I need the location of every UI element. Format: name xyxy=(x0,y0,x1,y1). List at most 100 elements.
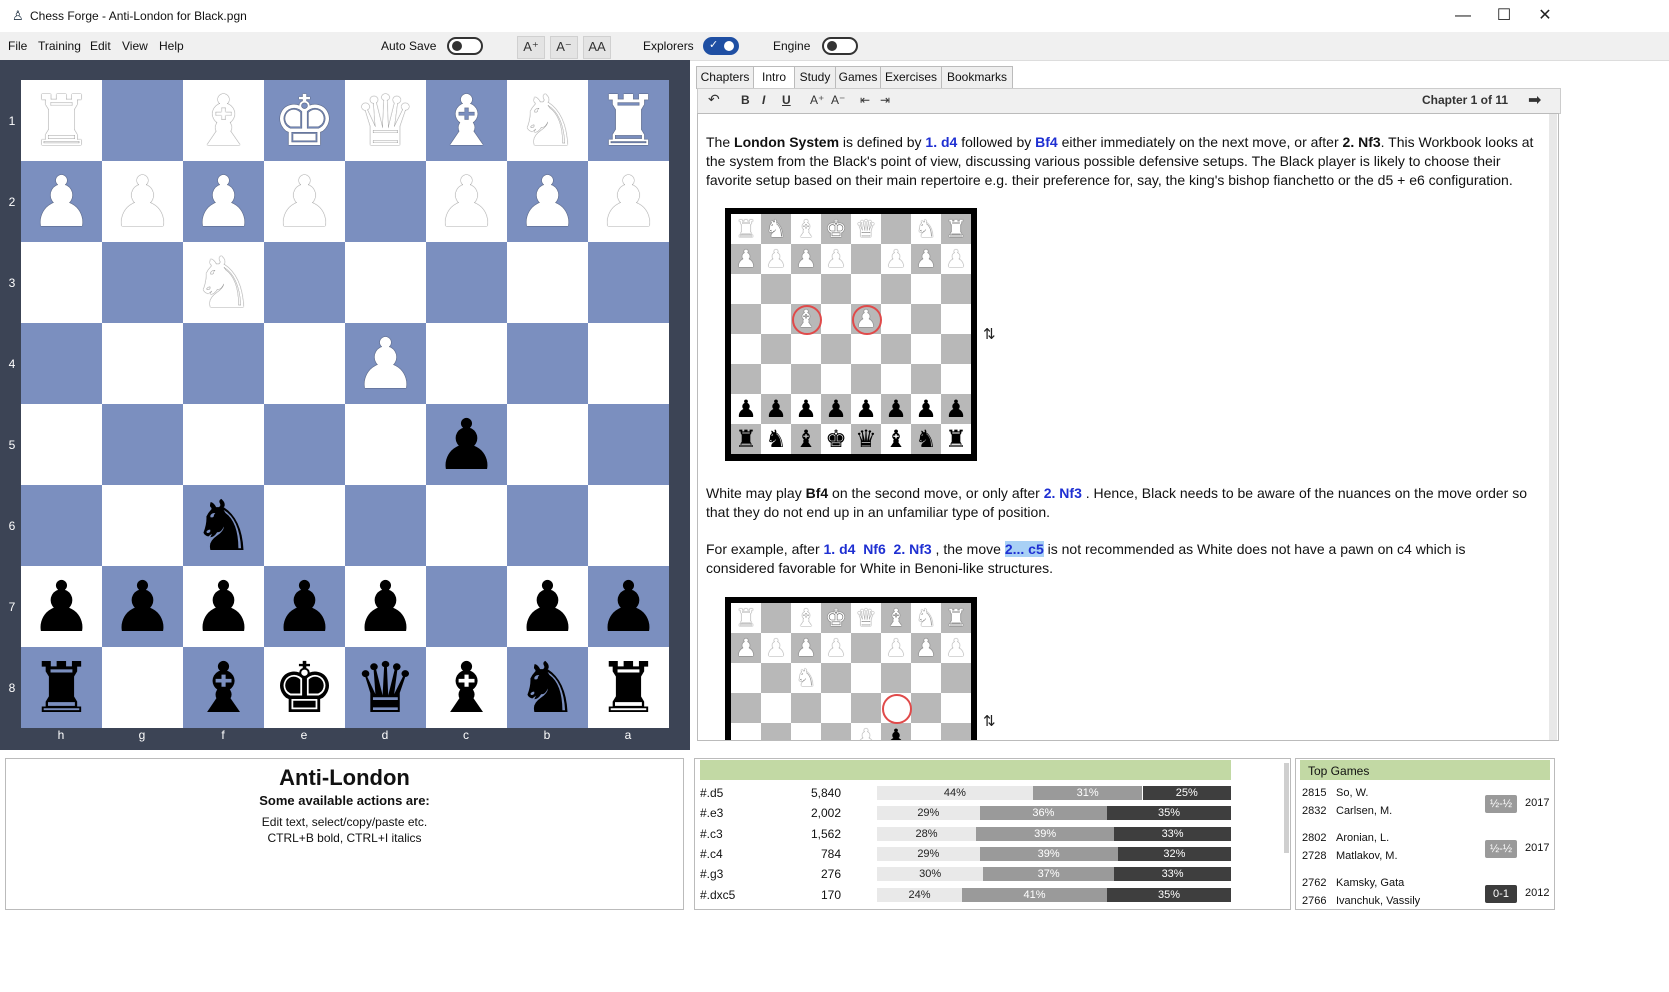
board-square[interactable] xyxy=(345,485,426,566)
board-square[interactable]: ♜ xyxy=(588,80,669,161)
board-square[interactable] xyxy=(588,242,669,323)
board-square[interactable]: ♝ xyxy=(183,647,264,728)
board-square[interactable]: ♜ xyxy=(588,647,669,728)
white-knight-piece[interactable]: ♞ xyxy=(516,86,579,156)
board-square[interactable]: ♚ xyxy=(264,647,345,728)
bold-button[interactable]: B xyxy=(741,93,750,107)
flip-board-icon[interactable]: ⇅ xyxy=(983,325,996,343)
explorer-move[interactable]: #.c4 xyxy=(700,847,723,861)
next-chapter-arrow-icon[interactable]: ➡ xyxy=(1528,90,1541,110)
white-pawn-piece[interactable]: ♟ xyxy=(273,167,336,237)
black-king-piece[interactable]: ♚ xyxy=(273,653,336,723)
board-square[interactable]: ♝ xyxy=(426,647,507,728)
explorer-move[interactable]: #.d5 xyxy=(700,786,723,800)
board-square[interactable]: ♟ xyxy=(507,566,588,647)
white-rook-piece[interactable]: ♜ xyxy=(597,86,660,156)
white-pawn-piece[interactable]: ♟ xyxy=(597,167,660,237)
explorer-row[interactable]: #.dxc5 170 24% 41% 35% xyxy=(695,885,1255,905)
engine-toggle[interactable] xyxy=(822,37,858,55)
board-square[interactable] xyxy=(345,161,426,242)
white-pawn-piece[interactable]: ♟ xyxy=(516,167,579,237)
menu-help[interactable]: Help xyxy=(159,39,184,53)
explorer-move[interactable]: #.dxc5 xyxy=(700,888,735,902)
font-decrease-icon[interactable]: A⁻ xyxy=(831,93,845,107)
board-square[interactable] xyxy=(21,485,102,566)
black-queen-piece[interactable]: ♛ xyxy=(354,653,417,723)
black-pawn-piece[interactable]: ♟ xyxy=(435,410,498,480)
board-square[interactable] xyxy=(264,323,345,404)
explorer-row[interactable]: #.g3 276 30% 37% 33% xyxy=(695,864,1255,884)
top-game-row[interactable]: 2762 Kamsky, Gata 2766 Ivanchuk, Vassily 201… xyxy=(1296,875,1552,909)
underline-button[interactable]: U xyxy=(782,93,791,107)
main-chessboard[interactable]: ♜ ♝ ♚ ♛ ♝ ♞ ♜ ♟ ♟ ♟ ♟ ♟ ♟ ♟ ♞ ♟ ♟ ♞ ♟ ♟ ♟ ♟ ♟ ♟ ♟ ♜ ♝ ♚ ♛ ♝ ♞ ♜ xyxy=(21,80,669,728)
board-square[interactable]: ♞ xyxy=(183,485,264,566)
board-square[interactable] xyxy=(588,485,669,566)
top-game-row[interactable]: 2802 Aronian, L. 2728 Matlakov, M. 2017 ½-½ xyxy=(1296,830,1552,870)
minimize-button[interactable]: — xyxy=(1440,2,1486,30)
indent-icon[interactable]: ⇤ xyxy=(860,93,870,107)
black-bishop-piece[interactable]: ♝ xyxy=(192,653,255,723)
board-square[interactable] xyxy=(507,404,588,485)
board-square[interactable]: ♞ xyxy=(183,242,264,323)
black-knight-piece[interactable]: ♞ xyxy=(192,491,255,561)
board-square[interactable]: ♟ xyxy=(102,566,183,647)
explorer-move[interactable]: #.c3 xyxy=(700,827,723,841)
top-game-row[interactable]: 2815 So, W. 2832 Carlsen, M. 2017 ½-½ xyxy=(1296,785,1552,825)
board-square[interactable]: ♜ xyxy=(21,647,102,728)
white-pawn-piece[interactable]: ♟ xyxy=(192,167,255,237)
board-square[interactable]: ♟ xyxy=(345,566,426,647)
board-square[interactable] xyxy=(264,404,345,485)
board-square[interactable]: ♝ xyxy=(183,80,264,161)
tab-exercises[interactable]: Exercises xyxy=(880,66,942,89)
move-link[interactable]: 2. Nf3 xyxy=(1044,485,1082,501)
board-square[interactable]: ♟ xyxy=(588,161,669,242)
explorer-scrollbar[interactable] xyxy=(1284,763,1289,853)
black-pawn-piece[interactable]: ♟ xyxy=(516,572,579,642)
black-pawn-piece[interactable]: ♟ xyxy=(273,572,336,642)
black-pawn-piece[interactable]: ♟ xyxy=(111,572,174,642)
explorer-row[interactable]: #.e3 2,002 29% 36% 35% xyxy=(695,803,1255,823)
tab-games[interactable]: Games xyxy=(835,66,881,89)
explorer-move[interactable]: #.e3 xyxy=(700,806,723,820)
board-square[interactable]: ♟ xyxy=(507,161,588,242)
menu-file[interactable]: File xyxy=(8,39,27,53)
board-square[interactable] xyxy=(102,485,183,566)
tab-chapters[interactable]: Chapters xyxy=(696,66,754,89)
board-square[interactable]: ♜ xyxy=(21,80,102,161)
outdent-icon[interactable]: ⇥ xyxy=(880,93,890,107)
black-pawn-piece[interactable]: ♟ xyxy=(30,572,93,642)
font-decrease-button[interactable]: A⁻ xyxy=(550,36,578,59)
move-link-selected[interactable]: 2... c5 xyxy=(1004,541,1044,557)
board-square[interactable] xyxy=(426,323,507,404)
board-square[interactable] xyxy=(345,242,426,323)
move-link[interactable]: 1. d4 xyxy=(824,541,856,557)
white-queen-piece[interactable]: ♛ xyxy=(354,86,417,156)
board-square[interactable] xyxy=(102,242,183,323)
board-square[interactable]: ♟ xyxy=(21,161,102,242)
intro-scrollbar[interactable] xyxy=(1549,114,1557,740)
board-square[interactable]: ♟ xyxy=(183,161,264,242)
black-pawn-piece[interactable]: ♟ xyxy=(192,572,255,642)
board-square[interactable] xyxy=(102,404,183,485)
board-square[interactable]: ♟ xyxy=(264,566,345,647)
explorers-toggle[interactable]: ✓ xyxy=(703,37,739,55)
move-link[interactable]: 1. d4 xyxy=(925,134,957,150)
white-knight-piece[interactable]: ♞ xyxy=(192,248,255,318)
flip-board-icon[interactable]: ⇅ xyxy=(983,712,996,730)
board-square[interactable] xyxy=(588,404,669,485)
board-square[interactable] xyxy=(102,323,183,404)
board-square[interactable] xyxy=(21,323,102,404)
explorer-row[interactable]: #.c4 784 29% 39% 32% xyxy=(695,844,1255,864)
white-pawn-piece[interactable]: ♟ xyxy=(435,167,498,237)
board-square[interactable]: ♝ xyxy=(426,80,507,161)
font-increase-icon[interactable]: A⁺ xyxy=(810,93,824,107)
white-pawn-piece[interactable]: ♟ xyxy=(30,167,93,237)
board-square[interactable]: ♟ xyxy=(183,566,264,647)
board-square[interactable] xyxy=(588,323,669,404)
menu-edit[interactable]: Edit xyxy=(90,39,111,53)
white-bishop-piece[interactable]: ♝ xyxy=(435,86,498,156)
close-button[interactable]: ✕ xyxy=(1522,2,1568,30)
board-square[interactable]: ♛ xyxy=(345,647,426,728)
black-bishop-piece[interactable]: ♝ xyxy=(435,653,498,723)
board-square[interactable]: ♟ xyxy=(264,161,345,242)
